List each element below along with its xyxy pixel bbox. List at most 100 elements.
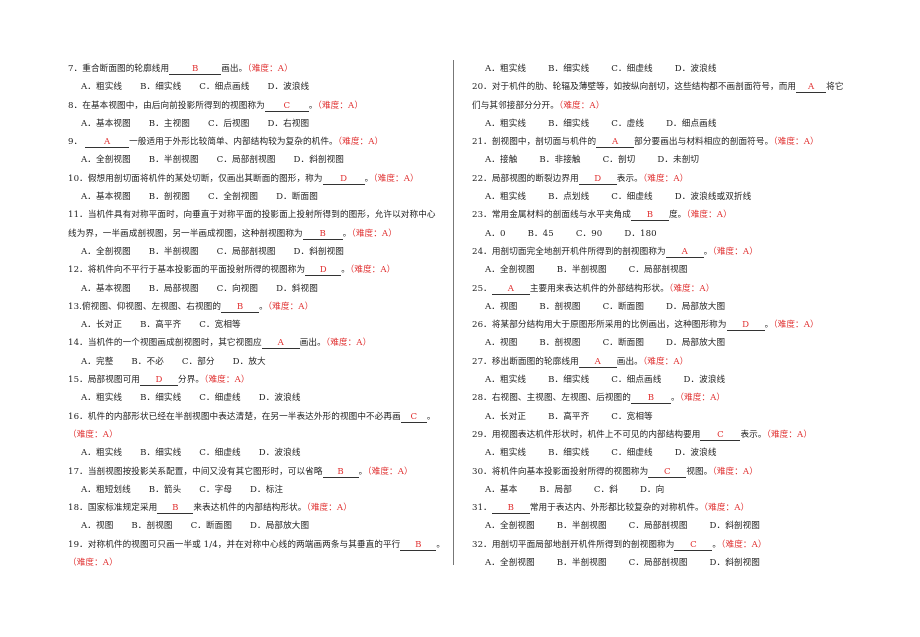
option: D．局部放大图 xyxy=(250,521,310,532)
answer-blank: D xyxy=(578,174,617,185)
answer-blank: B xyxy=(630,210,669,222)
answer-blank: D xyxy=(726,320,765,332)
column-divider xyxy=(453,60,454,565)
option: B．剖视图 xyxy=(539,338,581,349)
answer-blank: D xyxy=(322,174,365,185)
option: D．斜剖视图 xyxy=(709,521,760,532)
options-line: A．粗实线 B．细实线 C．细虚线 D．波浪线 xyxy=(472,60,864,78)
option: C．局部剖视图 xyxy=(628,558,688,569)
question-line: 们与其邻接部分分开。（难度：A） xyxy=(472,97,864,115)
question-text: 一般适用于外形比较简单、内部结构较为复杂的机件。 xyxy=(129,137,338,148)
question-text: 7．重合断面图的轮廓线用 xyxy=(68,64,170,74)
question-line: 22．局部视图的断裂边界用 D 表示。（难度：A） xyxy=(472,170,864,188)
question-line: 30．将机件向基本投影面投射所得的视图称为 C 视图。（难度：A） xyxy=(472,463,864,481)
answer-blank: A xyxy=(665,247,704,258)
option: B．细实线 xyxy=(548,448,590,459)
option: C．局部剖视图 xyxy=(216,155,276,166)
question-text: 13.俯视图、仰视图、左视图、右视图的 xyxy=(68,301,222,312)
option: D．断面图 xyxy=(276,192,318,203)
option: D．放大 xyxy=(232,356,266,367)
question-text: 视图。 xyxy=(686,466,713,477)
option: C．细虚线 xyxy=(199,448,241,459)
option: C．宽相等 xyxy=(611,411,653,422)
question-line: 7．重合断面图的轮廓线用 B 画出。（难度：A） xyxy=(68,60,448,78)
question-line: （难度：A） xyxy=(68,426,448,444)
question-text: 15．局部视图可用 xyxy=(68,375,140,386)
option: D．180 xyxy=(624,228,657,239)
option: C．细虚线 xyxy=(611,448,653,459)
question-text: 。 xyxy=(426,411,436,422)
option: A．视图 xyxy=(81,521,114,532)
options-line: A．全剖视图 B．半剖视图 C．局部剖视图 D．斜剖视图 xyxy=(472,517,864,535)
difficulty-label: （难度：A） xyxy=(558,100,605,111)
question-line: 8．在基本视图中，由后向前投影所得到的视图称为 C 。（难度：A） xyxy=(68,97,448,115)
option: A．全剖视图 xyxy=(485,521,535,532)
option: B．细实线 xyxy=(548,118,590,129)
difficulty-label: （难度：A） xyxy=(721,539,767,550)
question-text: 。 xyxy=(358,466,368,477)
option: A．粗实线 xyxy=(485,64,527,74)
question-text: 度。 xyxy=(668,210,687,221)
answer-blank: D xyxy=(140,375,178,387)
option: C．局部剖视图 xyxy=(628,265,688,276)
question-text: 们与其邻接部分分开。 xyxy=(472,100,559,111)
question-text: 32．用剖切平面局部地剖开机件所得到的剖视图称为 xyxy=(472,539,675,550)
option: C．部分 xyxy=(181,356,215,367)
option: D．波浪线 xyxy=(267,82,310,93)
option: B．半剖视图 xyxy=(556,265,607,276)
option: D．局部放大图 xyxy=(666,301,726,312)
question-text: 画出。 xyxy=(221,64,248,74)
question-text: 18．国家标准规定采用 xyxy=(68,503,158,514)
option: C．局部剖视图 xyxy=(216,246,276,257)
options-line: A．视图 B．剖视图 C．断面图 D．局部放大图 xyxy=(68,517,448,535)
difficulty-label: （难度：A） xyxy=(642,173,689,184)
difficulty-label: （难度：A） xyxy=(712,246,758,257)
answer-blank: C xyxy=(648,467,687,478)
difficulty-label: （难度：A） xyxy=(317,100,364,111)
right-column: A．粗实线 B．细实线 C．细虚线 D．波浪线 20．对于机件的肋、轮辐及薄壁等，如按纵… xyxy=(472,60,864,572)
answer-blank: C xyxy=(674,540,713,551)
option: C．后视图 xyxy=(207,118,250,129)
question-line: 11．当机件具有对称平面时，向垂直于对称平面的投影面上投射所得到的图形，允许以对… xyxy=(68,210,436,221)
question-text: 。 xyxy=(436,539,446,550)
question-text: 画出。 xyxy=(299,338,326,349)
question-text: 17．当剖视图按投影关系配置，中间又没有其它图形时，可以省略 xyxy=(68,466,323,477)
option: B．剖视图 xyxy=(148,192,190,203)
difficulty-label: （难度：A） xyxy=(766,429,813,440)
option: B．高平齐 xyxy=(548,411,590,422)
option: C．断面图 xyxy=(190,521,233,532)
answer-blank: C xyxy=(700,430,741,441)
option: B．非接触 xyxy=(539,155,581,166)
options-line: A．全剖视图 B．半剖视图 C．局部剖视图 xyxy=(472,261,864,279)
option: A．长对正 xyxy=(485,411,527,422)
option: D．局部放大图 xyxy=(666,338,726,349)
option: C．细虚线 xyxy=(611,192,653,203)
question-text: 表示。 xyxy=(616,173,643,184)
option: D．波浪线 xyxy=(674,448,717,459)
difficulty-label: （难度：A） xyxy=(679,393,726,404)
question-text: 20．对于机件的肋、轮辐及薄壁等，如按纵向剖切，这些结构都不画剖面符号，而用 xyxy=(472,82,797,93)
option: A．0 xyxy=(485,228,506,239)
options-line: A．全剖视图 B．半剖视图 C．局部剖视图 D．斜剖视图 xyxy=(472,554,864,572)
option: D．波浪线 xyxy=(258,393,301,404)
options-line: A．全剖视图 B．半剖视图 C．局部剖视图 D．斜剖视图 xyxy=(68,243,448,261)
answer-blank: C xyxy=(264,101,309,112)
question-text: 19．对称机件的视图可只画一半或 1/4，并在对称中心线的两端画两条与其垂直的平… xyxy=(68,539,401,550)
answer-blank: A xyxy=(491,284,530,295)
options-line: A．粗实线 B．点划线 C．细虚线 D．波浪线或双折线 xyxy=(472,188,864,206)
option: C．断面图 xyxy=(602,301,645,312)
question-line: 16．机件的内部形状已经在半剖视图中表达清楚，在另一半表达外形的视图中不必再画 C… xyxy=(68,408,448,426)
difficulty-label: （难度：A） xyxy=(68,429,118,440)
option: C．细虚线 xyxy=(611,64,653,74)
options-line: A．视图 B．剖视图 C．断面图 D．局部放大图 xyxy=(472,334,864,352)
question-text: 31． xyxy=(472,503,492,514)
option: D．斜剖视图 xyxy=(293,246,344,257)
answer-blank: B xyxy=(630,393,671,405)
question-line: 31． B 常用于表达内、外形都比较复杂的对称机件。（难度：A） xyxy=(472,499,864,517)
question-text: 。 xyxy=(364,173,374,184)
answer-blank: D xyxy=(305,265,342,277)
difficulty-label: （难度：A） xyxy=(267,301,314,312)
question-line: 14．当机件的一个视图画成剖视图时，其它视图应 A 画出。（难度：A） xyxy=(68,334,448,352)
option: A．粗实线 xyxy=(485,118,527,129)
option: B．剖视图 xyxy=(131,521,173,532)
